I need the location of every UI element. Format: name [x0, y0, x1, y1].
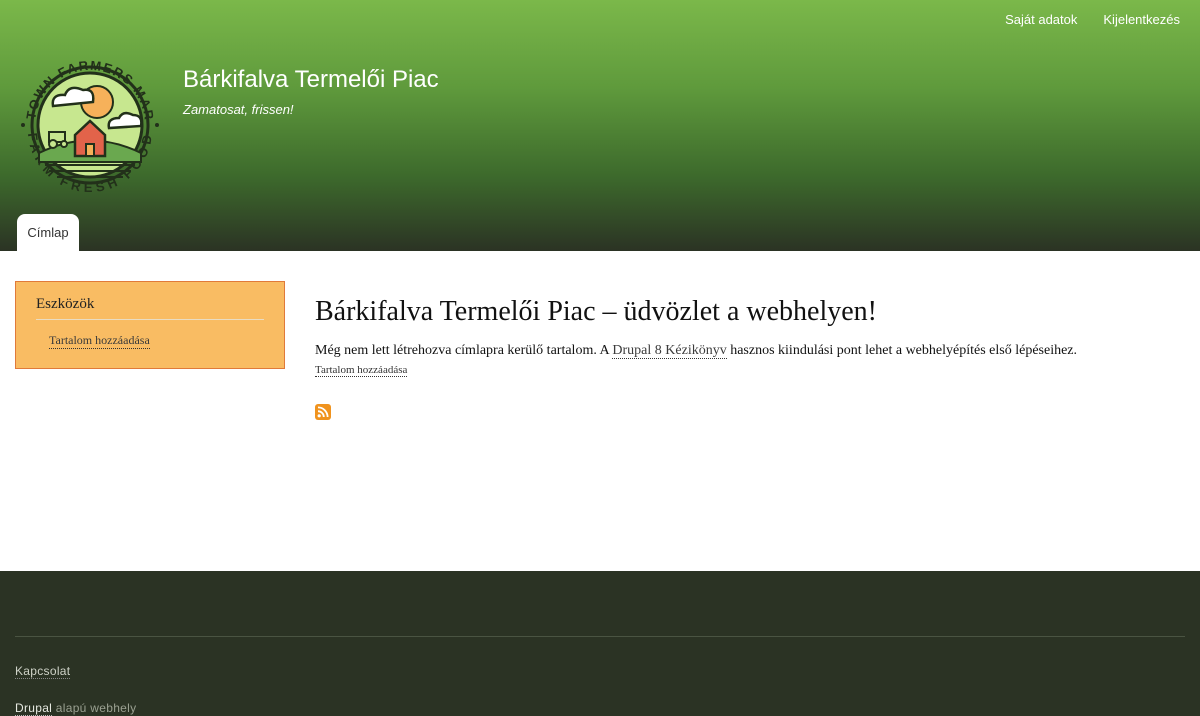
my-account-link[interactable]: Saját adatok: [1005, 12, 1077, 27]
tools-block-title: Eszközök: [36, 296, 264, 320]
powered-by-text: alapú webhely: [52, 701, 137, 715]
farmers-market-logo-icon[interactable]: ANYTOWN FARMERS MARKET FARM FRESH FOOD: [17, 50, 163, 200]
site-slogan: Zamatosat, frissen!: [183, 102, 294, 117]
add-content-link[interactable]: Tartalom hozzáadása: [315, 364, 408, 377]
page-title: Bárkifalva Termelői Piac – üdvözlet a we…: [315, 296, 877, 327]
drupal-handbook-link[interactable]: Drupal 8 Kézikönyv: [612, 343, 727, 359]
site-footer: Kapcsolat Drupal alapú webhely: [0, 571, 1200, 716]
contact-link[interactable]: Kapcsolat: [15, 664, 71, 679]
rss-icon[interactable]: [315, 404, 331, 420]
tools-block: Eszközök Tartalom hozzáadása: [15, 281, 285, 369]
footer-divider: [15, 636, 1185, 637]
intro-text-after: hasznos kiindulási pont lehet a webhelyé…: [726, 343, 1078, 358]
add-content-link-sidebar[interactable]: Tartalom hozzáadása: [49, 333, 150, 349]
intro-text: Még nem lett létrehozva címlapra kerülő …: [315, 343, 1077, 359]
drupal-link[interactable]: Drupal: [15, 701, 53, 716]
powered-by: Drupal alapú webhely: [15, 701, 137, 716]
tab-home[interactable]: Címlap: [17, 214, 79, 251]
site-name[interactable]: Bárkifalva Termelői Piac: [183, 66, 439, 94]
intro-text-before: Még nem lett létrehozva címlapra kerülő …: [315, 343, 613, 358]
site-header: Saját adatok Kijelentkezés ANYTOWN FARME…: [0, 0, 1200, 251]
logout-link[interactable]: Kijelentkezés: [1103, 12, 1180, 27]
secondary-menu: Saját adatok Kijelentkezés: [1005, 12, 1180, 27]
